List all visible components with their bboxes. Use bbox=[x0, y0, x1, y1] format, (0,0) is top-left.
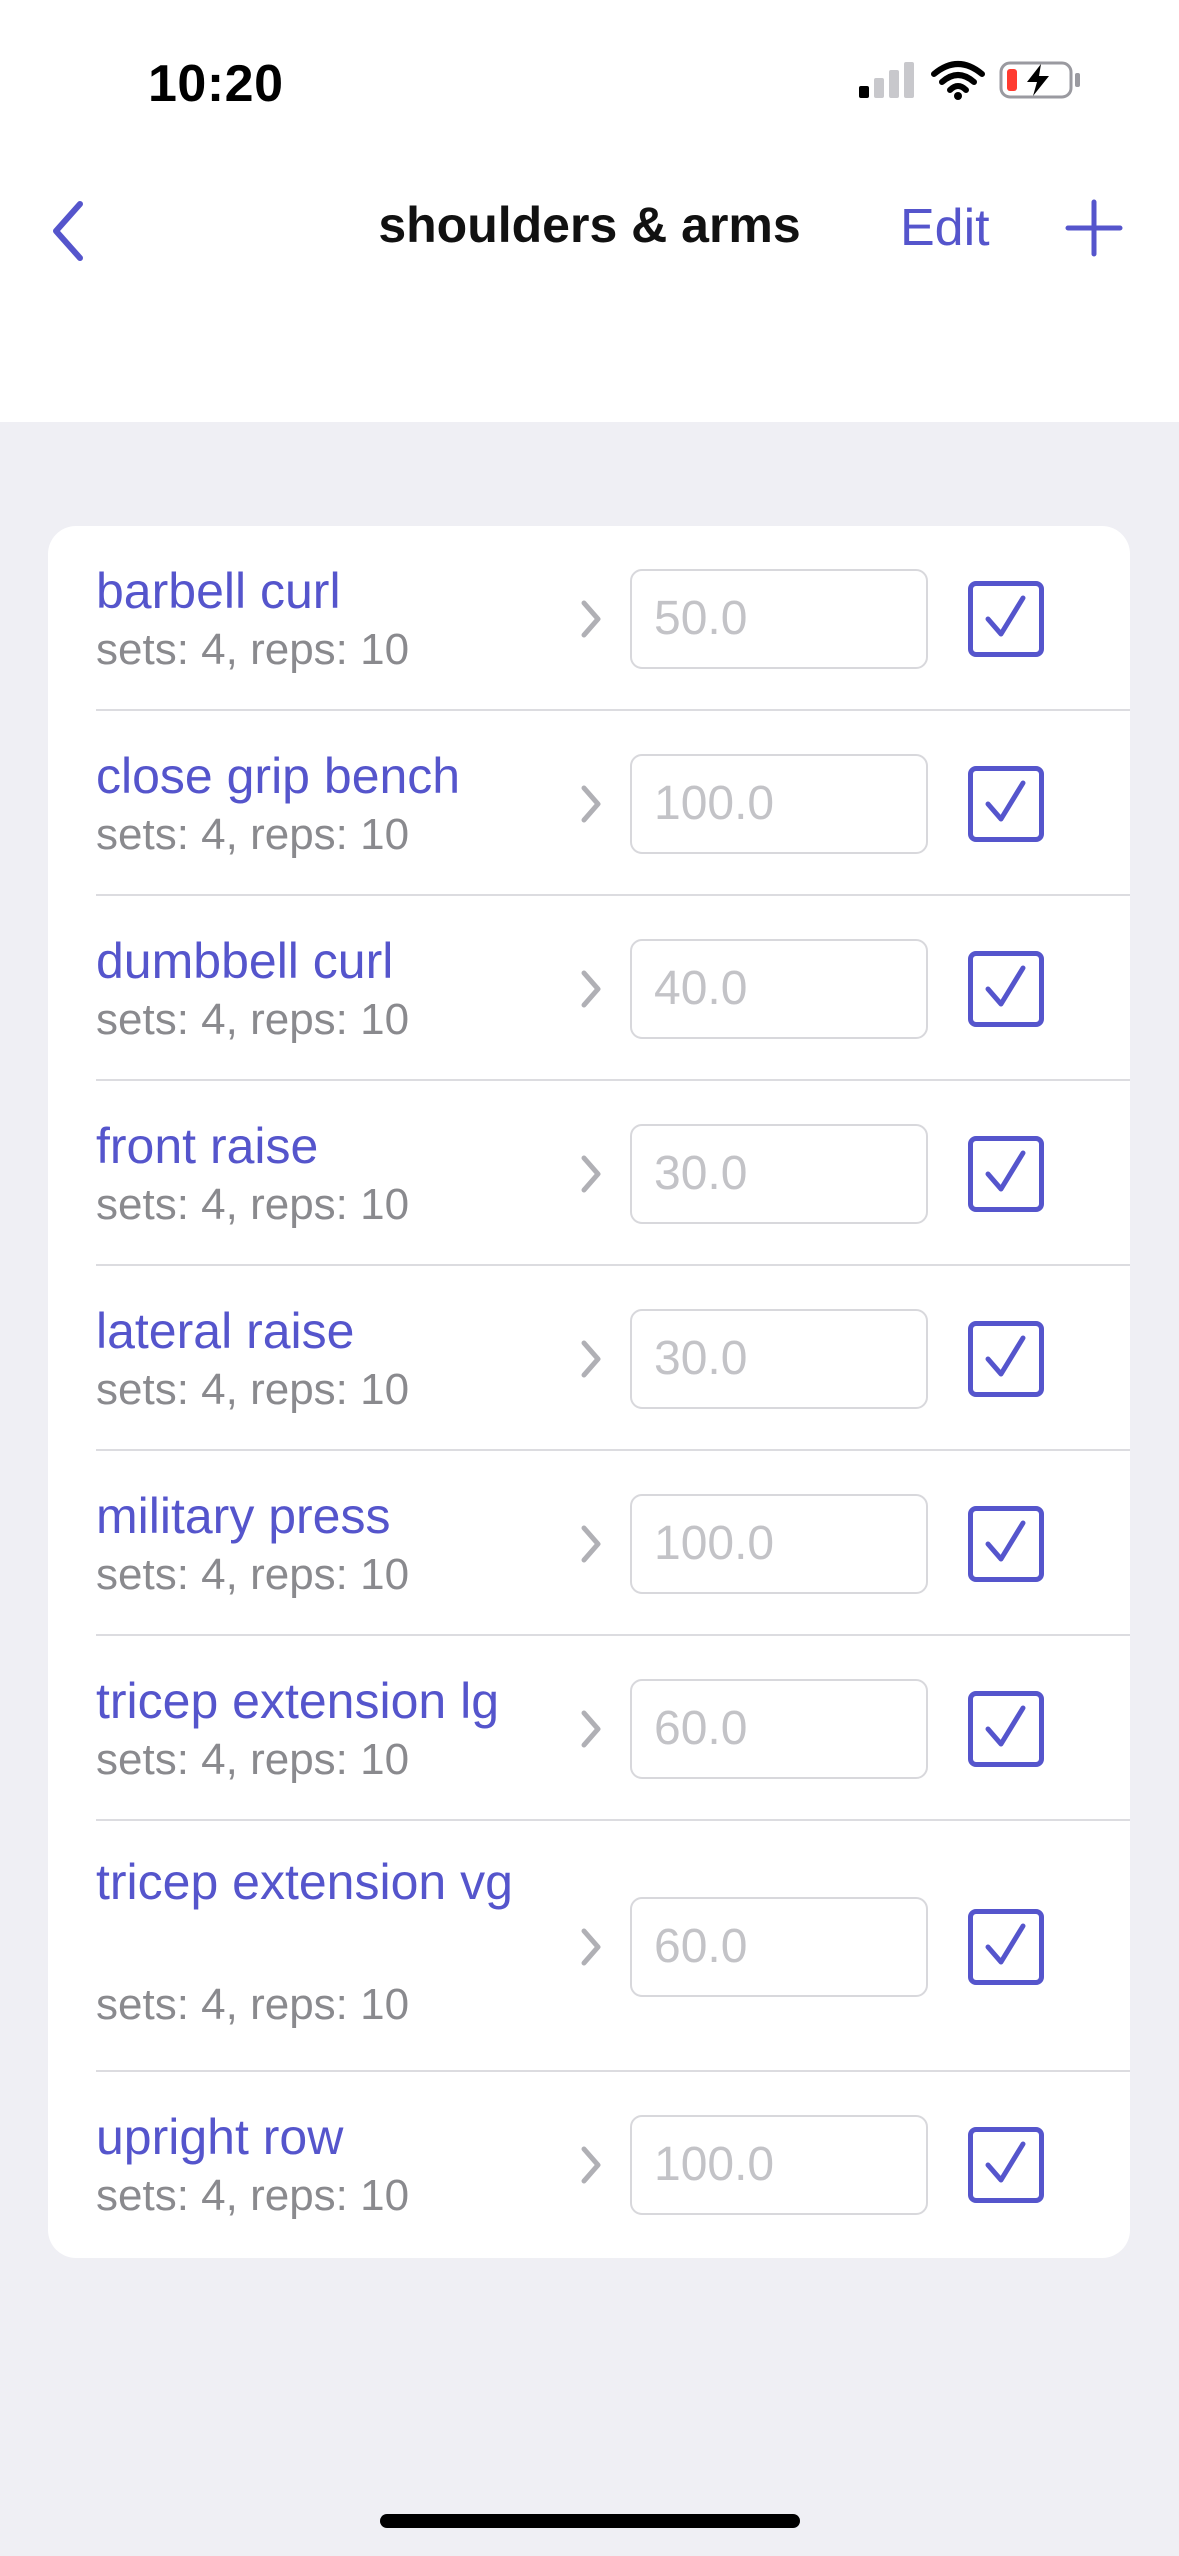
status-icons bbox=[857, 60, 1081, 100]
list-item[interactable]: dumbbell curl sets: 4, reps: 10 bbox=[48, 896, 1130, 1081]
list-item[interactable]: barbell curl sets: 4, reps: 10 bbox=[48, 526, 1130, 711]
checkmark-icon bbox=[985, 965, 1026, 1006]
checkmark-icon bbox=[985, 780, 1026, 821]
weight-input[interactable] bbox=[630, 1678, 928, 1779]
chevron-right-icon[interactable] bbox=[576, 1522, 606, 1566]
exercise-details: sets: 4, reps: 10 bbox=[96, 995, 410, 1044]
top-bar: 10:20 shoulders & arms Edit bbox=[0, 0, 1179, 422]
exercise-name: tricep extension vg bbox=[96, 1854, 513, 1910]
exercise-list: barbell curlsets: 4, reps: 10close grip … bbox=[48, 526, 1130, 2258]
exercise-details: sets: 4, reps: 10 bbox=[96, 1550, 410, 1599]
weight-input[interactable] bbox=[630, 568, 928, 669]
checkmark-icon bbox=[985, 1705, 1026, 1746]
completed-checkbox[interactable] bbox=[968, 580, 1044, 657]
exercise-name: front raise bbox=[96, 1118, 319, 1174]
completed-checkbox[interactable] bbox=[968, 2126, 1044, 2203]
plus-icon[interactable] bbox=[1064, 198, 1124, 258]
weight-input[interactable] bbox=[630, 1308, 928, 1409]
completed-checkbox[interactable] bbox=[968, 1908, 1044, 1985]
checkmark-icon bbox=[985, 1923, 1026, 1964]
chevron-right-icon[interactable] bbox=[576, 1152, 606, 1196]
weight-input[interactable] bbox=[630, 1493, 928, 1594]
checkmark-icon bbox=[985, 1150, 1026, 1191]
list-item[interactable]: upright row sets: 4, reps: 10 bbox=[48, 2072, 1130, 2257]
exercise-name: barbell curl bbox=[96, 563, 341, 619]
status-time: 10:20 bbox=[148, 55, 284, 113]
exercise-details: sets: 4, reps: 10 bbox=[96, 625, 410, 674]
battery-charging-icon bbox=[999, 61, 1080, 99]
exercise-details: sets: 4, reps: 10 bbox=[96, 2171, 410, 2220]
weight-input[interactable] bbox=[630, 753, 928, 854]
weight-input[interactable] bbox=[630, 938, 928, 1039]
weight-input[interactable] bbox=[630, 1123, 928, 1224]
edit-button[interactable]: Edit bbox=[900, 198, 990, 258]
exercise-name: military press bbox=[96, 1488, 391, 1544]
list-item[interactable]: military press sets: 4, reps: 10 bbox=[48, 1451, 1130, 1636]
list-item[interactable]: lateral raise sets: 4, reps: 10 bbox=[48, 1266, 1130, 1451]
exercise-details: sets: 4, reps: 10 bbox=[96, 810, 410, 859]
cellular-signal-icon bbox=[859, 62, 914, 98]
chevron-right-icon[interactable] bbox=[576, 1925, 606, 1969]
chevron-right-icon[interactable] bbox=[576, 967, 606, 1011]
checkmark-icon bbox=[985, 595, 1026, 636]
completed-checkbox[interactable] bbox=[968, 1320, 1044, 1397]
exercise-details: sets: 4, reps: 10 bbox=[96, 1735, 410, 1784]
exercise-details: sets: 4, reps: 10 bbox=[96, 1180, 410, 1229]
list-item[interactable]: tricep extension lg sets: 4, reps: 10 bbox=[48, 1636, 1130, 1821]
weight-input[interactable] bbox=[630, 1896, 928, 1997]
completed-checkbox[interactable] bbox=[968, 765, 1044, 842]
chevron-right-icon[interactable] bbox=[576, 1337, 606, 1381]
list-item[interactable]: front raise sets: 4, reps: 10 bbox=[48, 1081, 1130, 1266]
completed-checkbox[interactable] bbox=[968, 1690, 1044, 1767]
weight-input[interactable] bbox=[630, 2114, 928, 2215]
exercise-details: sets: 4, reps: 10 bbox=[96, 1365, 410, 1414]
exercise-name: close grip bench bbox=[96, 748, 461, 804]
completed-checkbox[interactable] bbox=[968, 1135, 1044, 1212]
page-title: shoulders & arms bbox=[378, 197, 801, 253]
completed-checkbox[interactable] bbox=[968, 950, 1044, 1027]
exercise-name: upright row bbox=[96, 2109, 344, 2165]
wifi-icon bbox=[931, 61, 985, 100]
exercise-name: dumbbell curl bbox=[96, 933, 394, 989]
chevron-right-icon[interactable] bbox=[576, 597, 606, 641]
checkmark-icon bbox=[985, 2141, 1026, 2182]
chevron-right-icon[interactable] bbox=[576, 782, 606, 826]
exercise-name: lateral raise bbox=[96, 1303, 355, 1359]
chevron-right-icon[interactable] bbox=[576, 2143, 606, 2187]
home-indicator[interactable] bbox=[380, 2514, 800, 2528]
list-item[interactable]: close grip bench sets: 4, reps: 10 bbox=[48, 711, 1130, 896]
exercise-name: tricep extension lg bbox=[96, 1673, 500, 1729]
checkmark-icon bbox=[985, 1520, 1026, 1561]
checkmark-icon bbox=[985, 1335, 1026, 1376]
completed-checkbox[interactable] bbox=[968, 1505, 1044, 1582]
chevron-right-icon[interactable] bbox=[576, 1707, 606, 1751]
exercise-details: sets: 4, reps: 10 bbox=[96, 1980, 410, 2029]
list-item[interactable]: tricep extension vg sets: 4, reps: 10 bbox=[48, 1821, 1130, 2072]
